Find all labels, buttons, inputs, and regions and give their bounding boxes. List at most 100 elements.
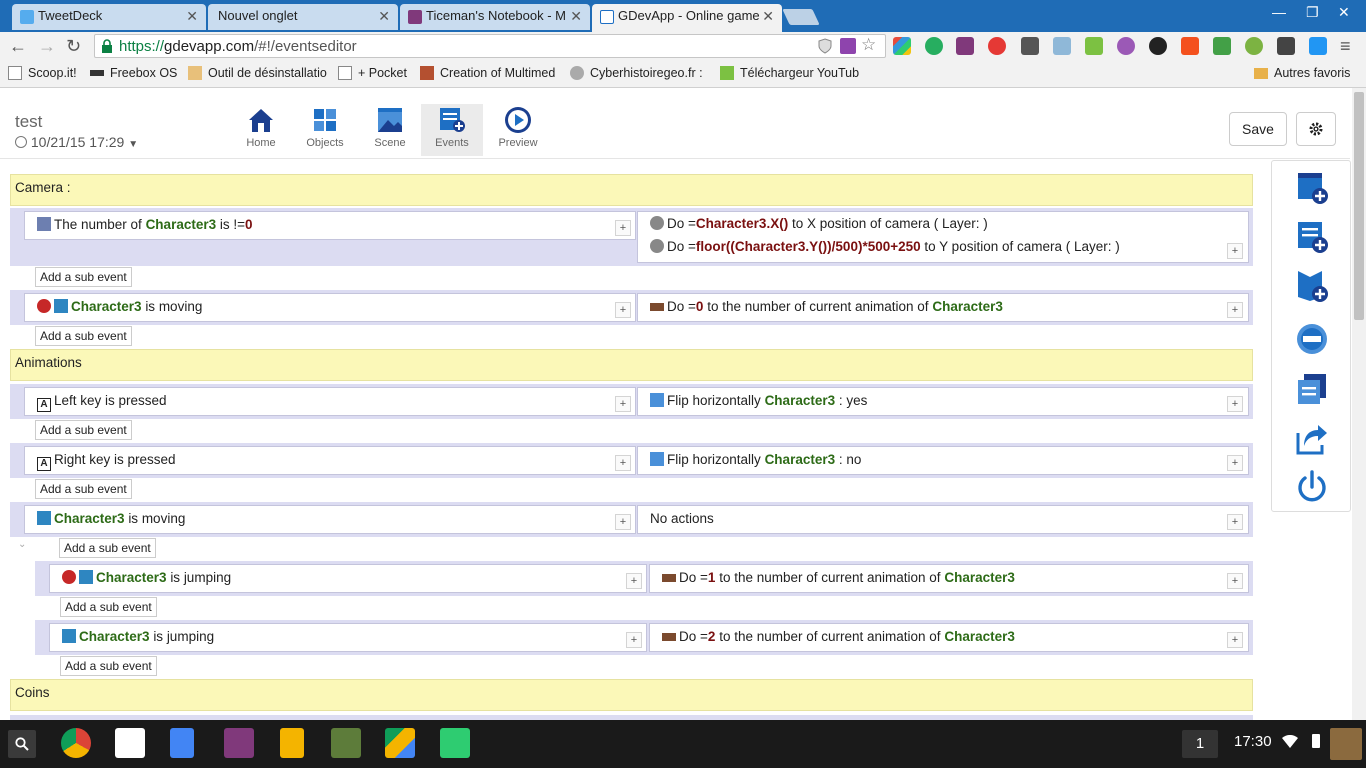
tab-gdevapp[interactable]: GDevApp - Online game ✕ (592, 4, 782, 32)
launcher-search[interactable] (8, 730, 36, 758)
close-icon[interactable]: ✕ (570, 4, 582, 28)
add-condition-button[interactable]: + (626, 573, 642, 589)
add-sub-event-icon[interactable] (1294, 218, 1330, 254)
bookmark-item[interactable]: Cyberhistoiregeo.fr : (570, 66, 703, 80)
extension-icon[interactable] (1149, 37, 1167, 55)
add-condition-button[interactable]: + (626, 632, 642, 648)
add-action-button[interactable]: + (1227, 632, 1243, 648)
event-actions[interactable]: Flip horizontally Character3 : no + (637, 446, 1249, 475)
app-icon[interactable] (331, 728, 361, 758)
slides-icon[interactable] (280, 728, 304, 758)
action-item[interactable]: Flip horizontally Character3 : yes (650, 393, 867, 413)
event-condition[interactable]: The number of Character3 is !=0 + (24, 211, 636, 240)
bookmark-item[interactable]: Creation of Multimed (420, 66, 555, 80)
event-condition[interactable]: Character3 is moving + (24, 505, 636, 534)
bookmark-item[interactable]: + Pocket (338, 66, 407, 80)
add-event-icon[interactable] (1294, 169, 1330, 205)
event-actions[interactable]: Do =1 to the number of current animation… (649, 564, 1249, 593)
add-action-button[interactable]: + (1227, 514, 1243, 530)
page-scrollbar[interactable] (1352, 88, 1366, 720)
feather-icon[interactable] (1117, 37, 1135, 55)
feedly-icon[interactable] (440, 728, 470, 758)
event-actions[interactable]: Do =2 to the number of current animation… (649, 623, 1249, 652)
add-condition-button[interactable]: + (615, 302, 631, 318)
event-actions[interactable]: Do =Character3.X() to X position of came… (637, 211, 1249, 263)
extension-icon[interactable] (1245, 37, 1263, 55)
bookmark-item[interactable]: Téléchargeur YouTub (720, 66, 859, 80)
event-row[interactable]: A Right key is pressed + Flip horizontall… (10, 443, 1253, 478)
event-row[interactable]: Character3 is moving + Do =0 to the numb… (10, 290, 1253, 325)
collapse-chevron-icon[interactable]: ⌄ (18, 539, 26, 550)
extension-icon[interactable] (840, 38, 856, 54)
extension-icon[interactable] (1181, 37, 1199, 55)
add-sub-event-button[interactable]: Add a sub event (35, 479, 132, 499)
add-condition-button[interactable]: + (615, 396, 631, 412)
forward-icon[interactable]: → (38, 35, 56, 57)
nav-scene[interactable]: Scene (359, 104, 421, 156)
add-condition-button[interactable]: + (615, 514, 631, 530)
action-item[interactable]: Flip horizontally Character3 : no (650, 452, 861, 472)
chrome-icon[interactable] (61, 728, 91, 758)
onenote-icon[interactable] (224, 728, 254, 758)
action-item[interactable]: Do =Character3.X() to X position of came… (650, 216, 988, 236)
close-icon[interactable]: ✕ (378, 4, 390, 28)
battery-icon[interactable] (1312, 734, 1320, 748)
extension-icon[interactable] (1309, 37, 1327, 55)
notification-badge[interactable]: 1 (1182, 730, 1218, 758)
other-bookmarks[interactable]: Autres favoris (1254, 66, 1350, 80)
drive-icon[interactable] (385, 728, 415, 758)
add-group-icon[interactable] (1294, 267, 1330, 303)
action-item[interactable]: Do =1 to the number of current animation… (662, 570, 1015, 590)
menu-icon[interactable]: ≡ (1340, 35, 1351, 57)
add-condition-button[interactable]: + (615, 455, 631, 471)
tab-onenote[interactable]: Ticeman's Notebook - M ✕ (400, 4, 590, 30)
export-icon[interactable] (1294, 421, 1330, 457)
tab-tweetdeck[interactable]: TweetDeck ✕ (12, 4, 206, 30)
event-condition[interactable]: A Right key is pressed + (24, 446, 636, 475)
scrollbar-thumb[interactable] (1354, 92, 1364, 320)
bookmark-item[interactable]: Scoop.it! (8, 66, 77, 80)
add-sub-event-button[interactable]: Add a sub event (35, 326, 132, 346)
bookmark-item[interactable]: Freebox OS (90, 66, 177, 80)
extension-icon[interactable] (988, 37, 1006, 55)
project-version-dropdown[interactable]: 10/21/15 17:29 ▼ (15, 134, 138, 150)
close-window-icon[interactable]: ✕ (1338, 4, 1350, 21)
event-condition[interactable]: Character3 is moving + (24, 293, 636, 322)
wifi-icon[interactable] (1282, 735, 1298, 749)
docs-icon[interactable] (170, 728, 194, 758)
delete-icon[interactable] (1294, 321, 1330, 357)
sub-event-row[interactable]: Character3 is jumping + Do =2 to the num… (35, 620, 1253, 655)
event-row[interactable]: Character3 is moving + No actions + (10, 502, 1253, 537)
add-sub-event-button[interactable]: Add a sub event (35, 267, 132, 287)
new-tab-button[interactable] (782, 9, 820, 25)
add-action-button[interactable]: + (1227, 396, 1243, 412)
event-condition[interactable]: A Left key is pressed + (24, 387, 636, 416)
avatar[interactable] (1330, 728, 1362, 760)
group-coins[interactable]: Coins (10, 679, 1253, 711)
camera-icon[interactable] (1053, 37, 1071, 55)
extension-icon[interactable] (1021, 37, 1039, 55)
tab-new-tab[interactable]: Nouvel onglet ✕ (208, 4, 398, 30)
action-item[interactable]: Do =2 to the number of current animation… (662, 629, 1015, 649)
nav-home[interactable]: Home (230, 104, 292, 156)
star-icon[interactable]: ☆ (861, 35, 876, 55)
copy-icon[interactable] (1294, 371, 1330, 407)
event-condition[interactable]: Character3 is jumping + (49, 564, 647, 593)
add-condition-button[interactable]: + (615, 220, 631, 236)
event-row[interactable]: A Left key is pressed + Flip horizontally… (10, 384, 1253, 419)
nav-preview[interactable]: Preview (487, 104, 549, 156)
event-actions[interactable]: No actions + (637, 505, 1249, 534)
add-sub-event-button[interactable]: Add a sub event (60, 597, 157, 617)
close-icon[interactable]: ✕ (186, 4, 198, 28)
settings-button[interactable] (1296, 112, 1336, 146)
address-bar[interactable]: https://gdevapp.com/#!/eventseditor ☆ (94, 34, 886, 58)
add-action-button[interactable]: + (1227, 455, 1243, 471)
onenote-icon[interactable] (956, 37, 974, 55)
event-condition[interactable]: Character3 is jumping + (49, 623, 647, 652)
save-button[interactable]: Save (1229, 112, 1287, 146)
add-sub-event-button[interactable]: Add a sub event (59, 538, 156, 558)
add-action-button[interactable]: + (1227, 573, 1243, 589)
minimize-icon[interactable]: — (1272, 4, 1286, 20)
nav-events[interactable]: Events (421, 104, 483, 156)
add-action-button[interactable]: + (1227, 302, 1243, 318)
